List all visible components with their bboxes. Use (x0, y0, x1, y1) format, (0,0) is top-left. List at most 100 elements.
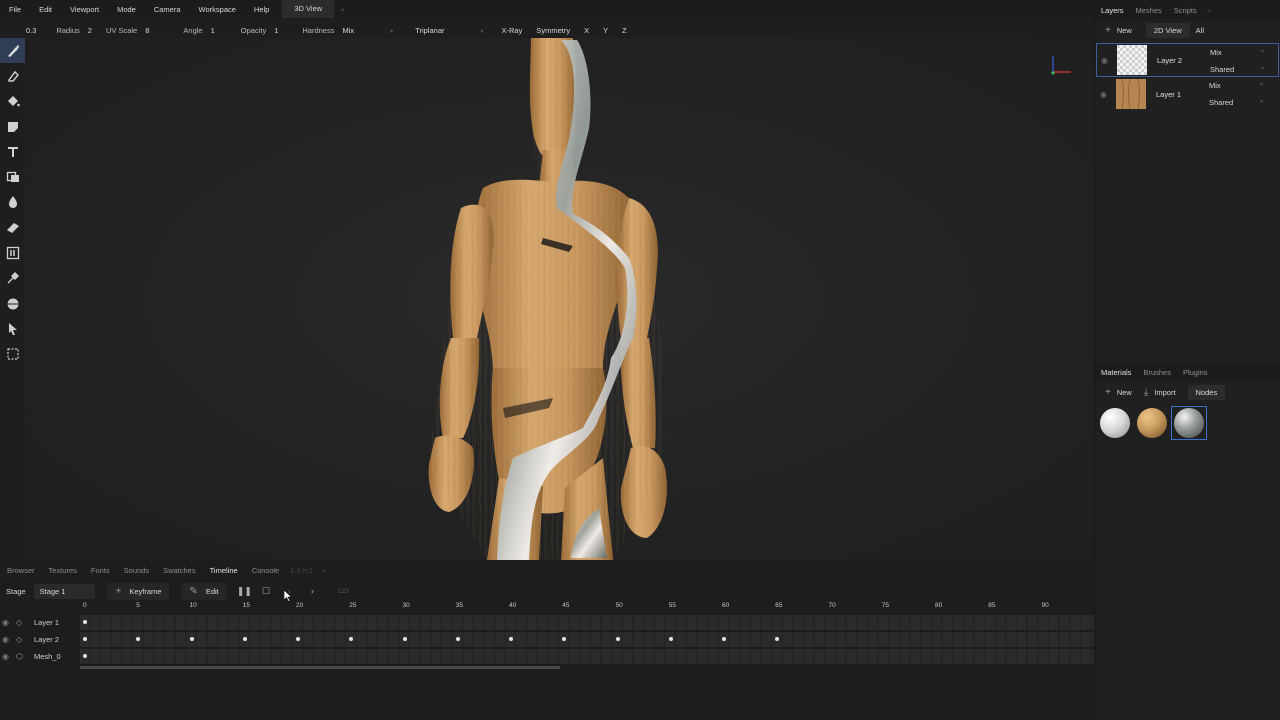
layer-row[interactable]: ◉ Layer 2 Mix Shared (1096, 43, 1279, 77)
keyframe-marker[interactable] (83, 654, 87, 658)
layer-name[interactable]: Layer 2 (1157, 56, 1207, 65)
eye-icon[interactable]: ◉ (1100, 90, 1114, 99)
marquee-icon[interactable] (0, 342, 25, 367)
symmetry-y-toggle[interactable]: Y (603, 26, 608, 35)
menu-mode[interactable]: Mode (108, 5, 145, 14)
next-frame-icon[interactable]: › (311, 586, 314, 596)
text-icon[interactable] (0, 139, 25, 164)
keyframe-marker[interactable] (562, 637, 567, 641)
add-bottom-tab[interactable]: + (317, 566, 329, 575)
radius-value[interactable]: 2 (88, 26, 92, 35)
tab-layers[interactable]: Layers (1095, 6, 1130, 15)
add-view-tab[interactable]: + (334, 5, 350, 14)
keyframe-marker[interactable] (189, 637, 194, 641)
pause-icon[interactable]: ❚❚ (237, 586, 252, 597)
projection-dropdown[interactable]: Triplanar (415, 26, 483, 35)
keyframe-marker[interactable] (509, 637, 513, 641)
eye-icon[interactable]: ◉ (2, 635, 16, 644)
keyframe-marker[interactable] (668, 637, 673, 641)
eye-icon[interactable]: ◉ (1101, 56, 1115, 65)
axis-gizmo-icon[interactable] (1045, 52, 1077, 80)
keyframe-marker[interactable] (349, 637, 354, 641)
track-frames[interactable] (80, 632, 1094, 647)
stage-dropdown[interactable]: Stage 1 (33, 583, 96, 599)
particle-icon[interactable] (0, 240, 25, 265)
angle-value[interactable]: 1 (211, 26, 215, 35)
symmetry-z-toggle[interactable]: Z (622, 26, 627, 35)
tab-materials[interactable]: Materials (1095, 368, 1137, 377)
layer-blend-dropdown[interactable]: Mix (1209, 77, 1279, 94)
blend-mode-dropdown[interactable]: Mix (342, 26, 393, 35)
menu-edit[interactable]: Edit (30, 5, 61, 14)
material-swatch[interactable] (1171, 406, 1207, 440)
keyframe-marker[interactable] (242, 637, 247, 641)
2d-view-button[interactable]: 2D View (1145, 22, 1190, 38)
tab-swatches[interactable]: Swatches (156, 566, 203, 575)
timeline-track[interactable]: ◉ ⬡ Mesh_0 (0, 648, 1094, 665)
3d-viewport[interactable] (25, 38, 1094, 560)
symmetry-x-toggle[interactable]: X (584, 26, 589, 35)
menu-file[interactable]: File (0, 5, 30, 14)
eye-icon[interactable]: ◉ (2, 652, 16, 661)
layer-mode-dropdown[interactable]: Shared (1210, 61, 1280, 78)
track-frames[interactable] (80, 615, 1094, 630)
material-swatch[interactable] (1134, 406, 1170, 440)
timeline-ruler[interactable]: 0 5 10 15 20 25 30 35 40 45 50 55 60 65 70 75 80 85 90 (80, 602, 1094, 612)
timeline-track[interactable]: ◉ ◇ Layer 1 (0, 614, 1094, 631)
eraser-icon[interactable] (0, 63, 25, 88)
keyframe-marker[interactable] (136, 637, 141, 641)
tab-brushes[interactable]: Brushes (1137, 368, 1177, 377)
keyframe-marker[interactable] (402, 637, 407, 641)
decal-icon[interactable] (0, 114, 25, 139)
tab-scripts[interactable]: Scripts (1168, 6, 1203, 15)
fill-icon[interactable] (0, 89, 25, 114)
layer-filter-dropdown[interactable]: All (1190, 26, 1210, 35)
keyframe-marker[interactable] (455, 637, 460, 641)
tab-console[interactable]: Console (245, 566, 287, 575)
xray-toggle[interactable]: X-Ray (502, 26, 523, 35)
picker-icon[interactable] (0, 266, 25, 291)
layer-name[interactable]: Layer 1 (1156, 90, 1206, 99)
material-swatch[interactable] (1097, 406, 1133, 440)
tab-fonts[interactable]: Fonts (84, 566, 117, 575)
keyframe-marker[interactable] (296, 637, 300, 641)
menu-camera[interactable]: Camera (145, 5, 190, 14)
menu-help[interactable]: Help (245, 5, 278, 14)
keyframe-marker[interactable] (83, 637, 87, 641)
add-keyframe-button[interactable]: + Keyframe (107, 582, 170, 600)
opacity-value[interactable]: 1 (274, 26, 278, 35)
stop-icon[interactable]: ☐ (262, 586, 270, 597)
clone-icon[interactable] (0, 164, 25, 189)
track-frames[interactable] (80, 649, 1094, 664)
menu-workspace[interactable]: Workspace (190, 5, 245, 14)
keyframe-marker[interactable] (722, 637, 726, 641)
symmetry-toggle[interactable]: Symmetry (536, 26, 570, 35)
blur-icon[interactable] (0, 190, 25, 215)
tab-textures[interactable]: Textures (42, 566, 84, 575)
edit-button[interactable]: ✎ Edit (181, 582, 227, 600)
new-layer-button[interactable]: + New (1099, 25, 1138, 36)
brush-size-value[interactable]: 0.3 (26, 26, 36, 35)
keyframe-marker[interactable] (83, 620, 87, 624)
tab-sounds[interactable]: Sounds (117, 566, 156, 575)
menu-viewport[interactable]: Viewport (61, 5, 108, 14)
bake-icon[interactable] (0, 291, 25, 316)
timeline-scrollbar[interactable] (80, 666, 560, 669)
tab-meshes[interactable]: Meshes (1130, 6, 1168, 15)
uv-scale-value[interactable]: 8 (145, 26, 149, 35)
layer-row[interactable]: ◉ Layer 1 Mix Shared (1096, 77, 1279, 111)
tab-timeline[interactable]: Timeline (203, 566, 245, 575)
tab-plugins[interactable]: Plugins (1177, 368, 1214, 377)
timeline-track[interactable]: ◉ ◇ Layer 2 (0, 631, 1094, 648)
layer-mode-dropdown[interactable]: Shared (1209, 94, 1279, 111)
smudge-icon[interactable] (0, 215, 25, 240)
layer-blend-dropdown[interactable]: Mix (1210, 44, 1280, 61)
keyframe-marker[interactable] (615, 637, 620, 641)
tab-3d-view[interactable]: 3D View (282, 0, 335, 18)
import-material-button[interactable]: ⤓ Import (1138, 387, 1182, 398)
keyframe-marker[interactable] (775, 637, 780, 641)
add-panel-tab[interactable]: + (1203, 6, 1215, 15)
nodes-button[interactable]: Nodes (1187, 384, 1226, 400)
tab-browser[interactable]: Browser (0, 566, 42, 575)
eye-icon[interactable]: ◉ (2, 618, 16, 627)
